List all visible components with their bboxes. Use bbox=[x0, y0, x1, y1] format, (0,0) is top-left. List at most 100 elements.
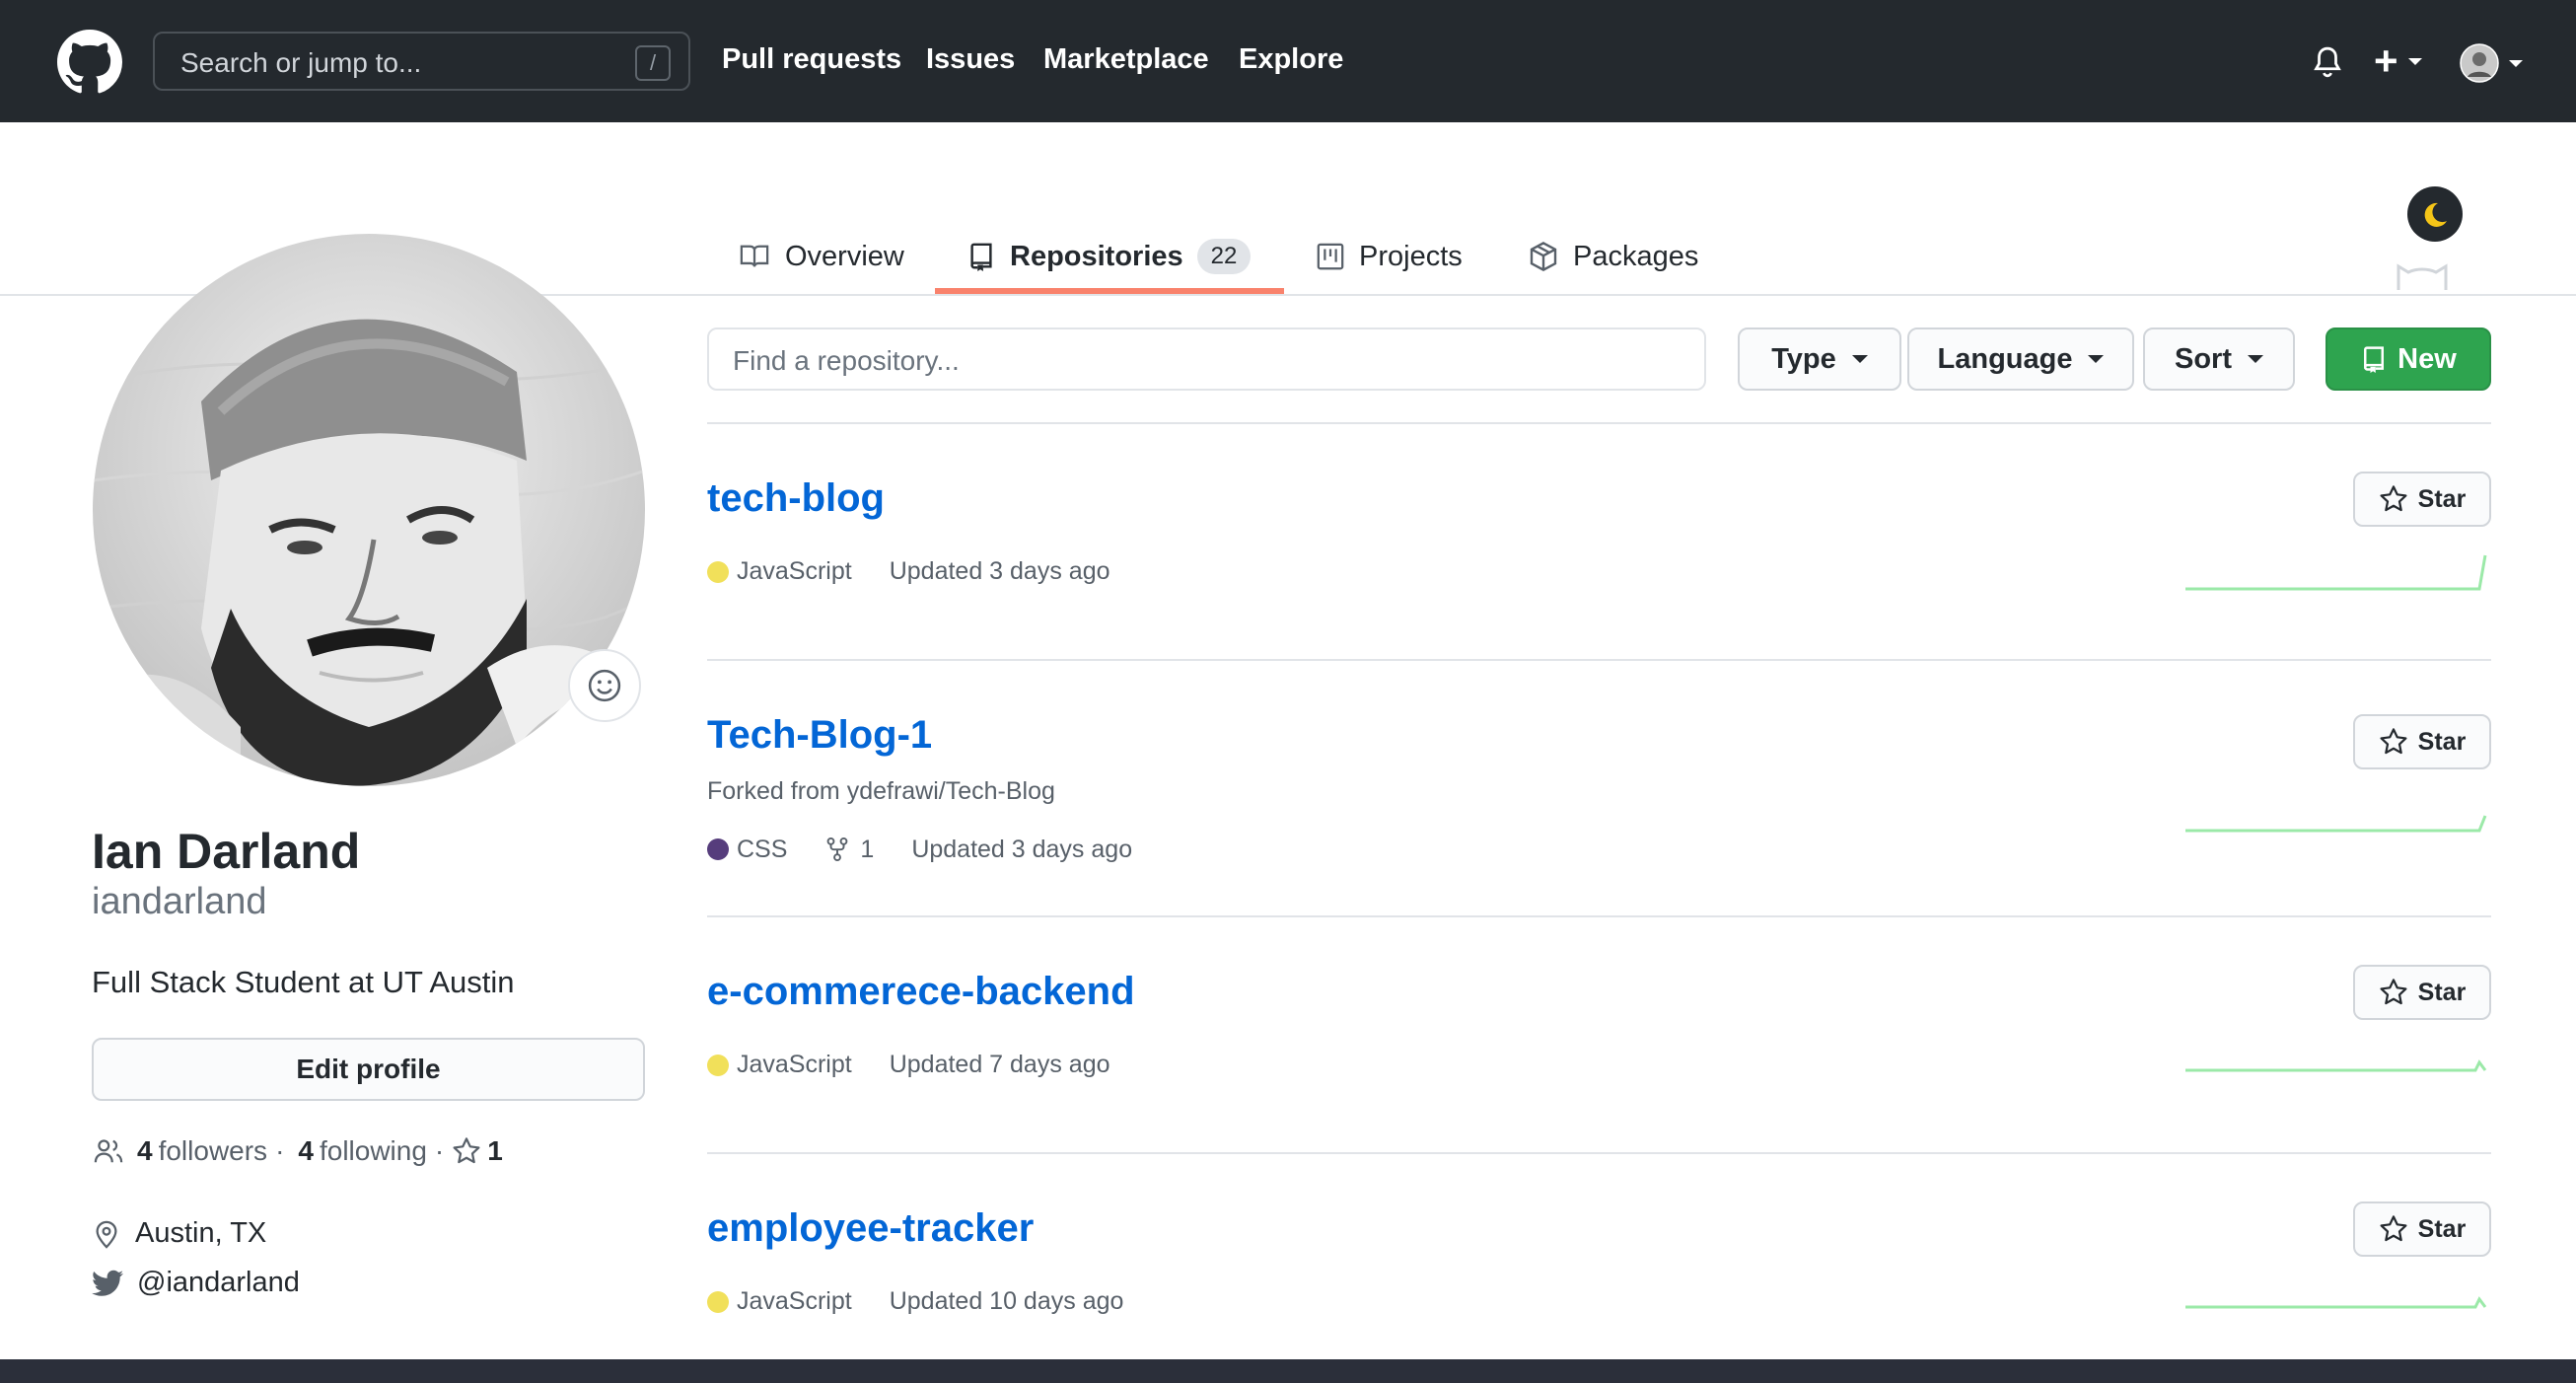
caret-down-icon bbox=[1851, 355, 1868, 363]
dot-separator: · bbox=[434, 1135, 445, 1166]
tab-overview[interactable]: Overview bbox=[738, 222, 904, 291]
edit-profile-button[interactable]: Edit profile bbox=[92, 1038, 645, 1101]
search-shortcut-key: / bbox=[635, 45, 671, 81]
repo-icon bbox=[2364, 346, 2385, 373]
repo-icon bbox=[970, 243, 992, 271]
user-menu-dropdown[interactable] bbox=[2460, 43, 2529, 83]
repo-language: JavaScript bbox=[737, 1287, 852, 1315]
star-icon bbox=[2380, 1215, 2407, 1242]
tab-repositories[interactable]: Repositories 22 bbox=[966, 222, 1252, 291]
nav-explore[interactable]: Explore bbox=[1239, 43, 1343, 76]
package-icon bbox=[1530, 242, 1557, 271]
fork-icon bbox=[827, 837, 848, 862]
profile-location: Austin, TX bbox=[92, 1217, 266, 1250]
theme-toggle-button[interactable] bbox=[2407, 186, 2463, 242]
profile-bio: Full Stack Student at UT Austin bbox=[92, 965, 515, 999]
followers-link[interactable]: 4 followers bbox=[131, 1135, 267, 1167]
twitter-icon bbox=[92, 1270, 123, 1296]
new-button-label: New bbox=[2397, 342, 2457, 375]
new-repository-button[interactable]: New bbox=[2326, 328, 2491, 391]
stars-link[interactable]: 1 bbox=[452, 1135, 509, 1167]
sort-label: Sort bbox=[2175, 342, 2232, 375]
follow-stats: 4 followers · 4 following · 1 bbox=[92, 1135, 509, 1167]
moon-icon bbox=[2424, 202, 2447, 227]
stars-count: 1 bbox=[487, 1135, 503, 1166]
repo-link[interactable]: tech-blog bbox=[707, 476, 885, 521]
book-icon bbox=[740, 245, 769, 267]
location-icon bbox=[96, 1220, 117, 1249]
global-header: Search or jump to... / Pull requests Iss… bbox=[0, 0, 2576, 122]
star-button[interactable]: Star bbox=[2353, 1201, 2491, 1257]
tab-repositories-label: Repositories bbox=[1010, 240, 1183, 272]
activity-sparkline bbox=[2185, 1296, 2487, 1309]
following-count: 4 bbox=[298, 1135, 314, 1166]
repo-meta: CSS 1 Updated 3 days ago bbox=[707, 835, 1132, 864]
chevron-down-icon bbox=[2407, 57, 2422, 65]
star-icon bbox=[2380, 979, 2407, 1005]
star-label: Star bbox=[2417, 727, 2467, 756]
repo-link[interactable]: e-commerece-backend bbox=[707, 970, 1135, 1014]
repo-updated: Updated 7 days ago bbox=[889, 1051, 1110, 1078]
language-filter-label: Language bbox=[1937, 342, 2073, 375]
find-repository-input[interactable]: Find a repository... bbox=[707, 328, 1706, 391]
create-new-dropdown[interactable]: + bbox=[2374, 36, 2433, 87]
type-filter-dropdown[interactable]: Type bbox=[1738, 328, 1901, 391]
list-divider bbox=[707, 659, 2491, 661]
find-repository-placeholder: Find a repository... bbox=[733, 345, 960, 376]
repo-language: CSS bbox=[737, 835, 788, 863]
dot-separator: · bbox=[275, 1135, 285, 1166]
list-divider bbox=[707, 1152, 2491, 1154]
tab-projects-label: Projects bbox=[1359, 240, 1463, 272]
tab-packages-label: Packages bbox=[1573, 240, 1699, 272]
language-color-dot bbox=[707, 838, 729, 860]
following-label: following bbox=[319, 1135, 427, 1166]
language-filter-dropdown[interactable]: Language bbox=[1907, 328, 2134, 391]
followers-count: 4 bbox=[137, 1135, 153, 1166]
twitter-handle: @iandarland bbox=[137, 1267, 300, 1298]
caret-down-icon bbox=[2088, 355, 2105, 363]
following-link[interactable]: 4 following bbox=[292, 1135, 427, 1167]
repo-link[interactable]: Tech-Blog-1 bbox=[707, 713, 932, 758]
language-color-dot bbox=[707, 1290, 729, 1313]
smiley-icon bbox=[588, 669, 621, 702]
fork-count: 1 bbox=[860, 835, 875, 863]
repo-link[interactable]: employee-tracker bbox=[707, 1206, 1034, 1251]
caret-down-icon bbox=[2248, 355, 2263, 363]
activity-sparkline bbox=[2185, 815, 2487, 833]
star-button[interactable]: Star bbox=[2353, 714, 2491, 769]
os-taskbar-edge bbox=[0, 1359, 2576, 1383]
repo-count-badge: 22 bbox=[1196, 239, 1252, 274]
tab-projects[interactable]: Projects bbox=[1316, 222, 1463, 291]
star-button[interactable]: Star bbox=[2353, 965, 2491, 1020]
profile-name: Ian Darland bbox=[92, 824, 361, 879]
bell-icon[interactable] bbox=[2311, 43, 2344, 81]
star-label: Star bbox=[2417, 484, 2467, 513]
tab-packages[interactable]: Packages bbox=[1528, 222, 1698, 291]
type-filter-label: Type bbox=[1771, 342, 1836, 375]
project-icon bbox=[1317, 243, 1344, 270]
activity-sparkline bbox=[2185, 1059, 2487, 1072]
nav-marketplace[interactable]: Marketplace bbox=[1043, 43, 1209, 76]
fork-source-note[interactable]: Forked from ydefrawi/Tech-Blog bbox=[707, 777, 1055, 806]
search-input[interactable]: Search or jump to... / bbox=[153, 32, 690, 91]
language-color-dot bbox=[707, 560, 729, 583]
repo-forks[interactable]: 1 bbox=[824, 835, 874, 864]
mascot-icon bbox=[2397, 263, 2448, 290]
nav-issues[interactable]: Issues bbox=[926, 43, 1015, 76]
avatar-small-icon bbox=[2460, 43, 2499, 83]
sort-dropdown[interactable]: Sort bbox=[2143, 328, 2295, 391]
set-status-button[interactable] bbox=[568, 649, 641, 722]
profile-avatar bbox=[93, 234, 645, 786]
repo-updated: Updated 3 days ago bbox=[889, 557, 1110, 585]
star-button[interactable]: Star bbox=[2353, 472, 2491, 527]
star-icon bbox=[2380, 728, 2407, 755]
repo-language: JavaScript bbox=[737, 1051, 852, 1078]
profile-username: iandarland bbox=[92, 881, 267, 922]
profile-twitter[interactable]: @iandarland bbox=[92, 1267, 300, 1299]
star-icon bbox=[2380, 485, 2407, 512]
location-text: Austin, TX bbox=[135, 1217, 267, 1249]
github-logo-icon[interactable] bbox=[57, 30, 122, 95]
nav-pull-requests[interactable]: Pull requests bbox=[722, 43, 901, 76]
star-icon bbox=[453, 1137, 480, 1164]
list-divider bbox=[707, 915, 2491, 917]
